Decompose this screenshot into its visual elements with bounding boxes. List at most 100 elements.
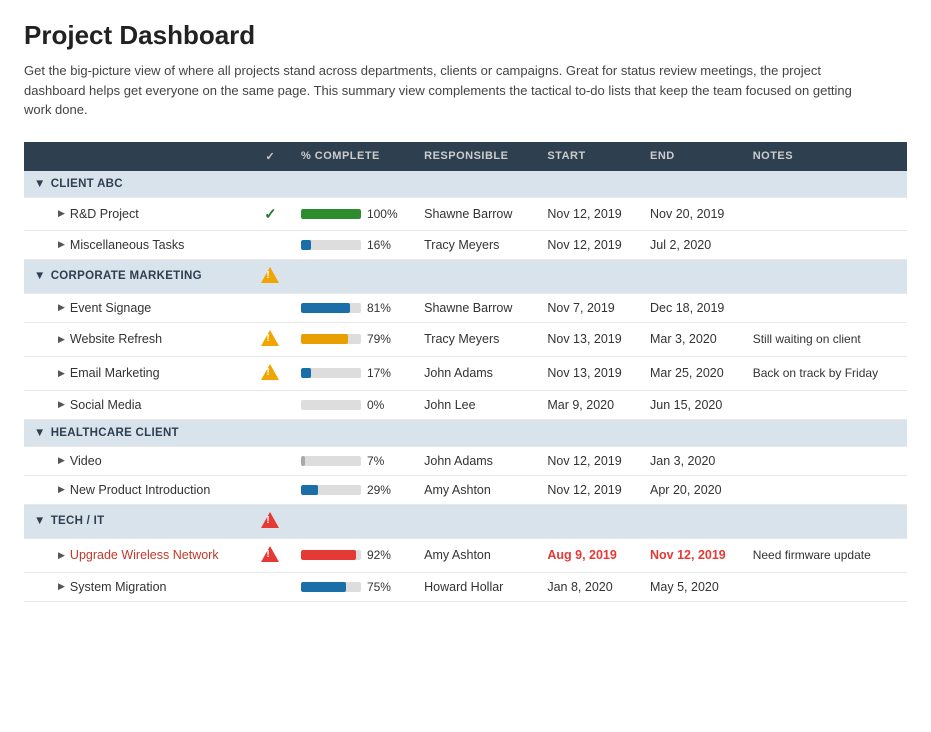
col-name [24,142,250,171]
row-responsible-col: Tracy Meyers [414,322,537,356]
project-name-cell: ▶ Video [34,454,240,468]
row-start-col: Nov 12, 2019 [537,197,640,230]
row-expand-icon[interactable]: ▶ [58,302,65,313]
row-notes-col [743,446,907,475]
row-expand-icon[interactable]: ▶ [58,208,65,219]
row-name-col: ▶ Website Refresh [24,322,250,356]
project-name[interactable]: Social Media [70,398,142,412]
group-label: TECH / IT [51,515,105,527]
row-end-col: Apr 20, 2020 [640,475,743,504]
project-name-link[interactable]: Upgrade Wireless Network [70,548,219,562]
row-start-col: Nov 12, 2019 [537,475,640,504]
row-check-col [250,293,291,322]
group-notes-cell [743,171,907,198]
row-end-col: May 5, 2020 [640,572,743,601]
row-start-col: Nov 12, 2019 [537,446,640,475]
project-name[interactable]: Miscellaneous Tasks [70,238,184,252]
row-pct-col: 0% [291,390,414,419]
table-row: ▶ Event Signage 81% Shawne Barrow Nov 7,… [24,293,907,322]
progress-bar [301,209,361,219]
row-pct-col: 79% [291,322,414,356]
row-expand-icon[interactable]: ▶ [58,455,65,466]
project-name-cell: ▶ Social Media [34,398,240,412]
row-expand-icon[interactable]: ▶ [58,399,65,410]
pct-label: 75% [367,580,395,594]
pct-label: 81% [367,301,395,315]
group-responsible-cell [414,504,537,538]
warning-icon [261,330,279,346]
group-collapse-icon[interactable]: ▼ [34,427,46,439]
col-responsible: RESPONSIBLE [414,142,537,171]
group-start-cell [537,171,640,198]
col-notes: NOTES [743,142,907,171]
progress-fill [301,240,311,250]
progress-fill [301,550,356,560]
group-check-cell [250,419,291,446]
row-name-col: ▶ New Product Introduction [24,475,250,504]
row-name-col: ▶ Social Media [24,390,250,419]
row-start-col: Nov 13, 2019 [537,356,640,390]
project-name-cell: ▶ Website Refresh [34,332,240,346]
project-name-cell: ▶ Email Marketing [34,366,240,380]
group-header-tech-it: ▼ TECH / IT [24,504,907,538]
progress-bar-container: 75% [301,580,404,594]
row-notes-col [743,230,907,259]
row-pct-col: 16% [291,230,414,259]
row-expand-icon[interactable]: ▶ [58,581,65,592]
row-start-col: Nov 12, 2019 [537,230,640,259]
row-check-col [250,475,291,504]
progress-fill [301,456,305,466]
group-collapse-icon[interactable]: ▼ [34,270,46,282]
group-name-cell: ▼ TECH / IT [24,504,250,538]
row-notes-col: Still waiting on client [743,322,907,356]
row-notes-col [743,390,907,419]
project-name[interactable]: System Migration [70,580,167,594]
row-expand-icon[interactable]: ▶ [58,484,65,495]
project-name[interactable]: Event Signage [70,301,151,315]
row-expand-icon[interactable]: ▶ [58,368,65,379]
row-expand-icon[interactable]: ▶ [58,239,65,250]
row-name-col: ▶ R&D Project [24,197,250,230]
row-expand-icon[interactable]: ▶ [58,550,65,561]
group-label: CORPORATE MARKETING [51,270,202,282]
table-header-row: ✓ % COMPLETE RESPONSIBLE START END NOTES [24,142,907,171]
page-intro: Get the big-picture view of where all pr… [24,61,864,120]
warning-red-icon [261,546,279,562]
group-notes-cell [743,259,907,293]
project-name-cell: ▶ Event Signage [34,301,240,315]
row-responsible-col: Howard Hollar [414,572,537,601]
row-pct-col: 17% [291,356,414,390]
row-start-col: Mar 9, 2020 [537,390,640,419]
group-warning-icon [261,267,279,283]
project-name-cell: ▶ R&D Project [34,207,240,221]
group-collapse-icon[interactable]: ▼ [34,178,46,190]
project-table: ✓ % COMPLETE RESPONSIBLE START END NOTES… [24,142,907,602]
progress-bar [301,550,361,560]
row-check-col [250,356,291,390]
pct-label: 92% [367,548,395,562]
project-name[interactable]: Video [70,454,102,468]
row-name-col: ▶ System Migration [24,572,250,601]
row-check-col [250,446,291,475]
row-expand-icon[interactable]: ▶ [58,334,65,345]
project-name-cell: ▶ New Product Introduction [34,483,240,497]
project-name[interactable]: New Product Introduction [70,483,210,497]
project-name[interactable]: Email Marketing [70,366,160,380]
pct-label: 0% [367,398,395,412]
group-collapse-icon[interactable]: ▼ [34,515,46,527]
project-name[interactable]: Website Refresh [70,332,162,346]
col-end: END [640,142,743,171]
progress-bar [301,368,361,378]
row-responsible-col: Tracy Meyers [414,230,537,259]
progress-fill [301,582,346,592]
row-responsible-col: John Adams [414,446,537,475]
row-end-col: Jan 3, 2020 [640,446,743,475]
row-pct-col: 100% [291,197,414,230]
col-start: START [537,142,640,171]
col-check: ✓ [250,142,291,171]
project-name[interactable]: R&D Project [70,207,139,221]
group-check-cell [250,504,291,538]
group-name-cell: ▼ CORPORATE MARKETING [24,259,250,293]
group-header-corporate-marketing: ▼ CORPORATE MARKETING [24,259,907,293]
progress-fill [301,334,348,344]
